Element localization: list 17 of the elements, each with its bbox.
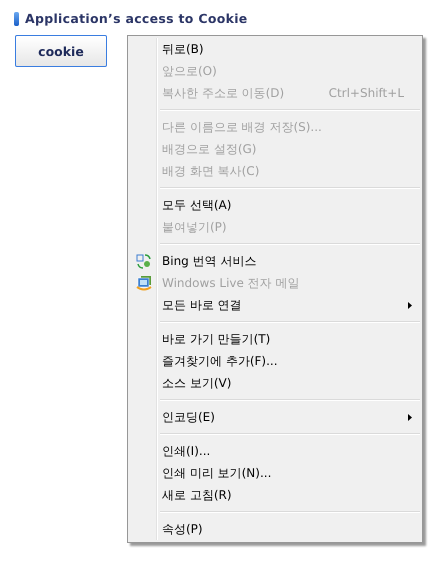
cookie-button[interactable]: cookie [15, 35, 107, 67]
menu-item[interactable]: 인코딩(E) [130, 406, 420, 428]
menu-item[interactable]: 새로 고침(R) [130, 484, 420, 506]
menu-item[interactable]: 속성(P) [130, 518, 420, 540]
menu-item[interactable]: 소스 보기(V) [130, 372, 420, 394]
menu-item[interactable]: 즐겨찾기에 추가(F)... [130, 350, 420, 372]
menu-item[interactable]: 뒤로(B) [130, 38, 420, 60]
menu-item[interactable]: 모두 선택(A) [130, 194, 420, 216]
section-title: Application’s access to Cookie [25, 11, 248, 26]
menu-item[interactable]: Bing 번역 서비스 [130, 250, 420, 272]
bullet-icon [14, 12, 19, 26]
translate-icon [136, 253, 152, 269]
mail-icon [136, 275, 152, 291]
menu-item[interactable]: 인쇄(I)... [130, 440, 420, 462]
menu-item[interactable]: 인쇄 미리 보기(N)... [130, 462, 420, 484]
menu-item[interactable]: 모든 바로 연결 [130, 294, 420, 316]
menu-item[interactable]: 바로 가기 만들기(T) [130, 328, 420, 350]
